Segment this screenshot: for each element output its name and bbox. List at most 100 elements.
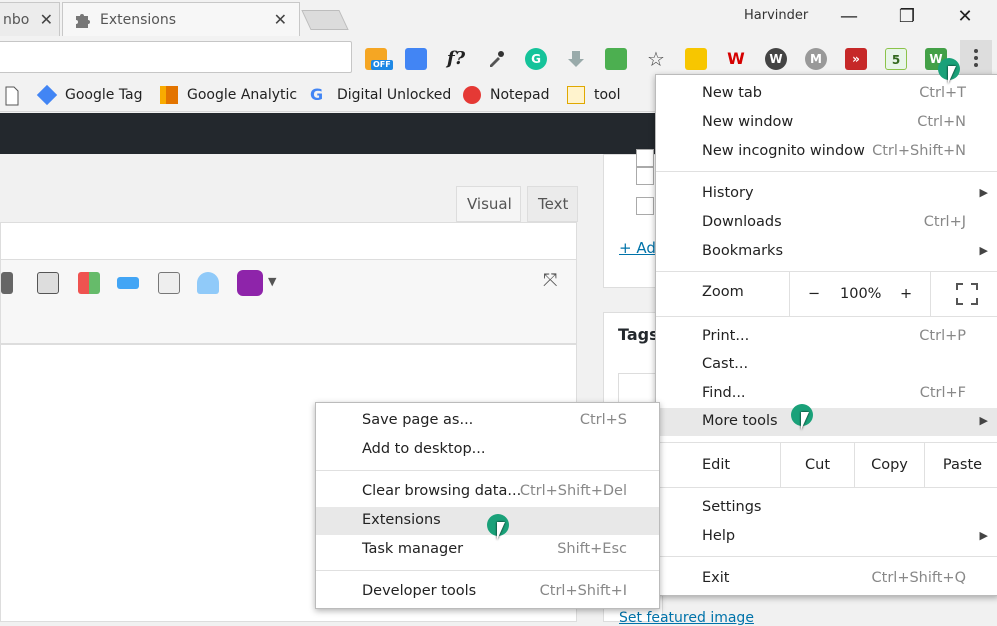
category-checkbox[interactable]	[636, 149, 654, 167]
notes-ext-icon[interactable]: 5	[885, 48, 907, 70]
submenu-arrow-icon: ▶	[979, 186, 988, 199]
menu-add-to-desktop[interactable]: Add to desktop...	[316, 436, 659, 464]
submenu-arrow-icon: ▶	[979, 529, 988, 542]
address-bar[interactable]	[0, 41, 352, 73]
plugin-icon[interactable]	[237, 270, 263, 296]
cut-button[interactable]: Cut	[780, 443, 854, 487]
menu-find[interactable]: Find... Ctrl+F	[656, 380, 997, 408]
menu-developer-tools[interactable]: Developer tools Ctrl+Shift+I	[316, 578, 659, 606]
tags-heading: Tags	[618, 325, 659, 344]
toolbar-icon[interactable]	[1, 272, 13, 294]
editor-toolbar: ▼ ⤧	[0, 260, 577, 344]
menu-cast[interactable]: Cast...	[656, 351, 997, 379]
grammarly-icon[interactable]: G	[525, 48, 547, 70]
copy-button[interactable]: Copy	[854, 443, 924, 487]
cursor-highlight-icon	[791, 404, 813, 426]
w-ext-icon[interactable]: W	[725, 48, 747, 70]
tab-visual[interactable]: Visual	[456, 186, 521, 222]
menu-task-manager[interactable]: Task manager Shift+Esc	[316, 536, 659, 564]
category-checkbox[interactable]	[636, 167, 654, 185]
minimize-button[interactable]: —	[834, 6, 864, 27]
menu-button[interactable]	[960, 40, 992, 76]
eyedropper-icon[interactable]	[485, 48, 507, 70]
kebab-menu-icon	[974, 49, 978, 67]
notepad-icon	[463, 86, 481, 104]
tab-strip: nbo ✕ Extensions ✕ Harvinder — ❐ ✕	[0, 0, 997, 36]
close-window-button[interactable]: ✕	[950, 6, 980, 27]
menu-separator	[656, 556, 997, 557]
menu-new-incognito[interactable]: New incognito window Ctrl+Shift+N	[656, 138, 997, 166]
tab-text[interactable]: Text	[527, 186, 578, 222]
editor-header	[0, 222, 577, 260]
zoom-value: 100%	[840, 286, 882, 302]
off-badge: OFF	[371, 60, 393, 70]
menu-bookmarks[interactable]: Bookmarks ▶	[656, 238, 997, 266]
tag-manager-icon	[36, 84, 58, 106]
menu-history[interactable]: History ▶	[656, 180, 997, 208]
bookmark-label: tool	[594, 87, 621, 103]
bookmark-label: Google Tag	[65, 87, 143, 103]
bookmark-notepad[interactable]: Notepad	[463, 86, 550, 104]
chat-ext-icon[interactable]	[685, 48, 707, 70]
user-icon[interactable]	[197, 272, 219, 294]
categories-box	[603, 149, 663, 288]
zoom-controls: − 100% +	[789, 272, 997, 316]
list-icon[interactable]	[158, 272, 180, 294]
download-arrow-icon[interactable]	[565, 48, 587, 70]
ruler-icon	[567, 86, 585, 104]
menu-new-tab[interactable]: New tab Ctrl+T	[656, 80, 997, 108]
m-ext-icon[interactable]: M	[805, 48, 827, 70]
fullscreen-icon[interactable]: ⤧	[543, 270, 557, 291]
tab-previous[interactable]: nbo ✕	[0, 2, 60, 36]
page-icon	[5, 86, 19, 106]
new-tab-button[interactable]	[301, 10, 349, 30]
bookmark-google-tag[interactable]: Google Tag	[36, 84, 143, 106]
image-ext-icon[interactable]: OFF	[365, 48, 393, 70]
print-friendly-icon[interactable]	[605, 48, 627, 70]
bookmark-tool[interactable]: tool	[567, 86, 621, 104]
font-ext-icon[interactable]: f?	[445, 48, 467, 70]
menu-separator	[656, 171, 997, 172]
bookmark-page[interactable]	[4, 86, 20, 106]
cursor-highlight-icon	[487, 514, 509, 536]
bookmark-google-analytics[interactable]: Google Analytic	[160, 86, 297, 104]
restore-button[interactable]: ❐	[892, 6, 922, 27]
menu-print[interactable]: Print... Ctrl+P	[656, 323, 997, 351]
menu-separator	[656, 316, 997, 317]
bookmark-label: Google Analytic	[187, 87, 298, 103]
menu-separator	[316, 570, 659, 571]
close-tab-icon[interactable]: ✕	[40, 10, 53, 29]
add-category-link[interactable]: + Ad	[619, 239, 656, 257]
paste-button[interactable]: Paste	[924, 443, 997, 487]
tab-extensions[interactable]: Extensions ✕	[62, 2, 300, 36]
menu-settings[interactable]: Settings	[656, 494, 997, 522]
tab-label: nbo	[3, 11, 30, 28]
category-checkbox[interactable]	[636, 197, 654, 215]
star-icon[interactable]: ☆	[645, 48, 667, 70]
forward-ext-icon[interactable]: »	[845, 48, 867, 70]
upload-icon[interactable]	[37, 272, 59, 294]
set-featured-image-link[interactable]: Set featured image	[619, 610, 754, 626]
bookmark-digital-unlocked[interactable]: G Digital Unlocked	[310, 86, 451, 104]
puzzle-icon	[76, 13, 90, 28]
menu-downloads[interactable]: Downloads Ctrl+J	[656, 209, 997, 237]
wordpress-icon[interactable]: W	[765, 48, 787, 70]
tag-ext-icon[interactable]	[405, 48, 427, 70]
button-icon[interactable]	[117, 277, 139, 289]
profile-name[interactable]: Harvinder	[744, 8, 808, 23]
google-icon: G	[310, 85, 324, 104]
menu-exit[interactable]: Exit Ctrl+Shift+Q	[656, 565, 997, 593]
menu-more-tools[interactable]: More tools ▶	[656, 408, 997, 436]
menu-help[interactable]: Help ▶	[656, 523, 997, 551]
zoom-in-button[interactable]: +	[900, 272, 912, 316]
grid-icon[interactable]	[78, 272, 100, 294]
chevron-down-icon[interactable]: ▼	[268, 275, 276, 288]
menu-clear-browsing-data[interactable]: Clear browsing data... Ctrl+Shift+Del	[316, 478, 659, 506]
analytics-icon	[160, 86, 178, 104]
menu-separator	[656, 487, 997, 488]
menu-new-window[interactable]: New window Ctrl+N	[656, 109, 997, 137]
zoom-out-button[interactable]: −	[808, 272, 820, 316]
menu-save-page[interactable]: Save page as... Ctrl+S	[316, 407, 659, 435]
fullscreen-button[interactable]	[930, 272, 997, 316]
close-tab-icon[interactable]: ✕	[274, 10, 287, 29]
